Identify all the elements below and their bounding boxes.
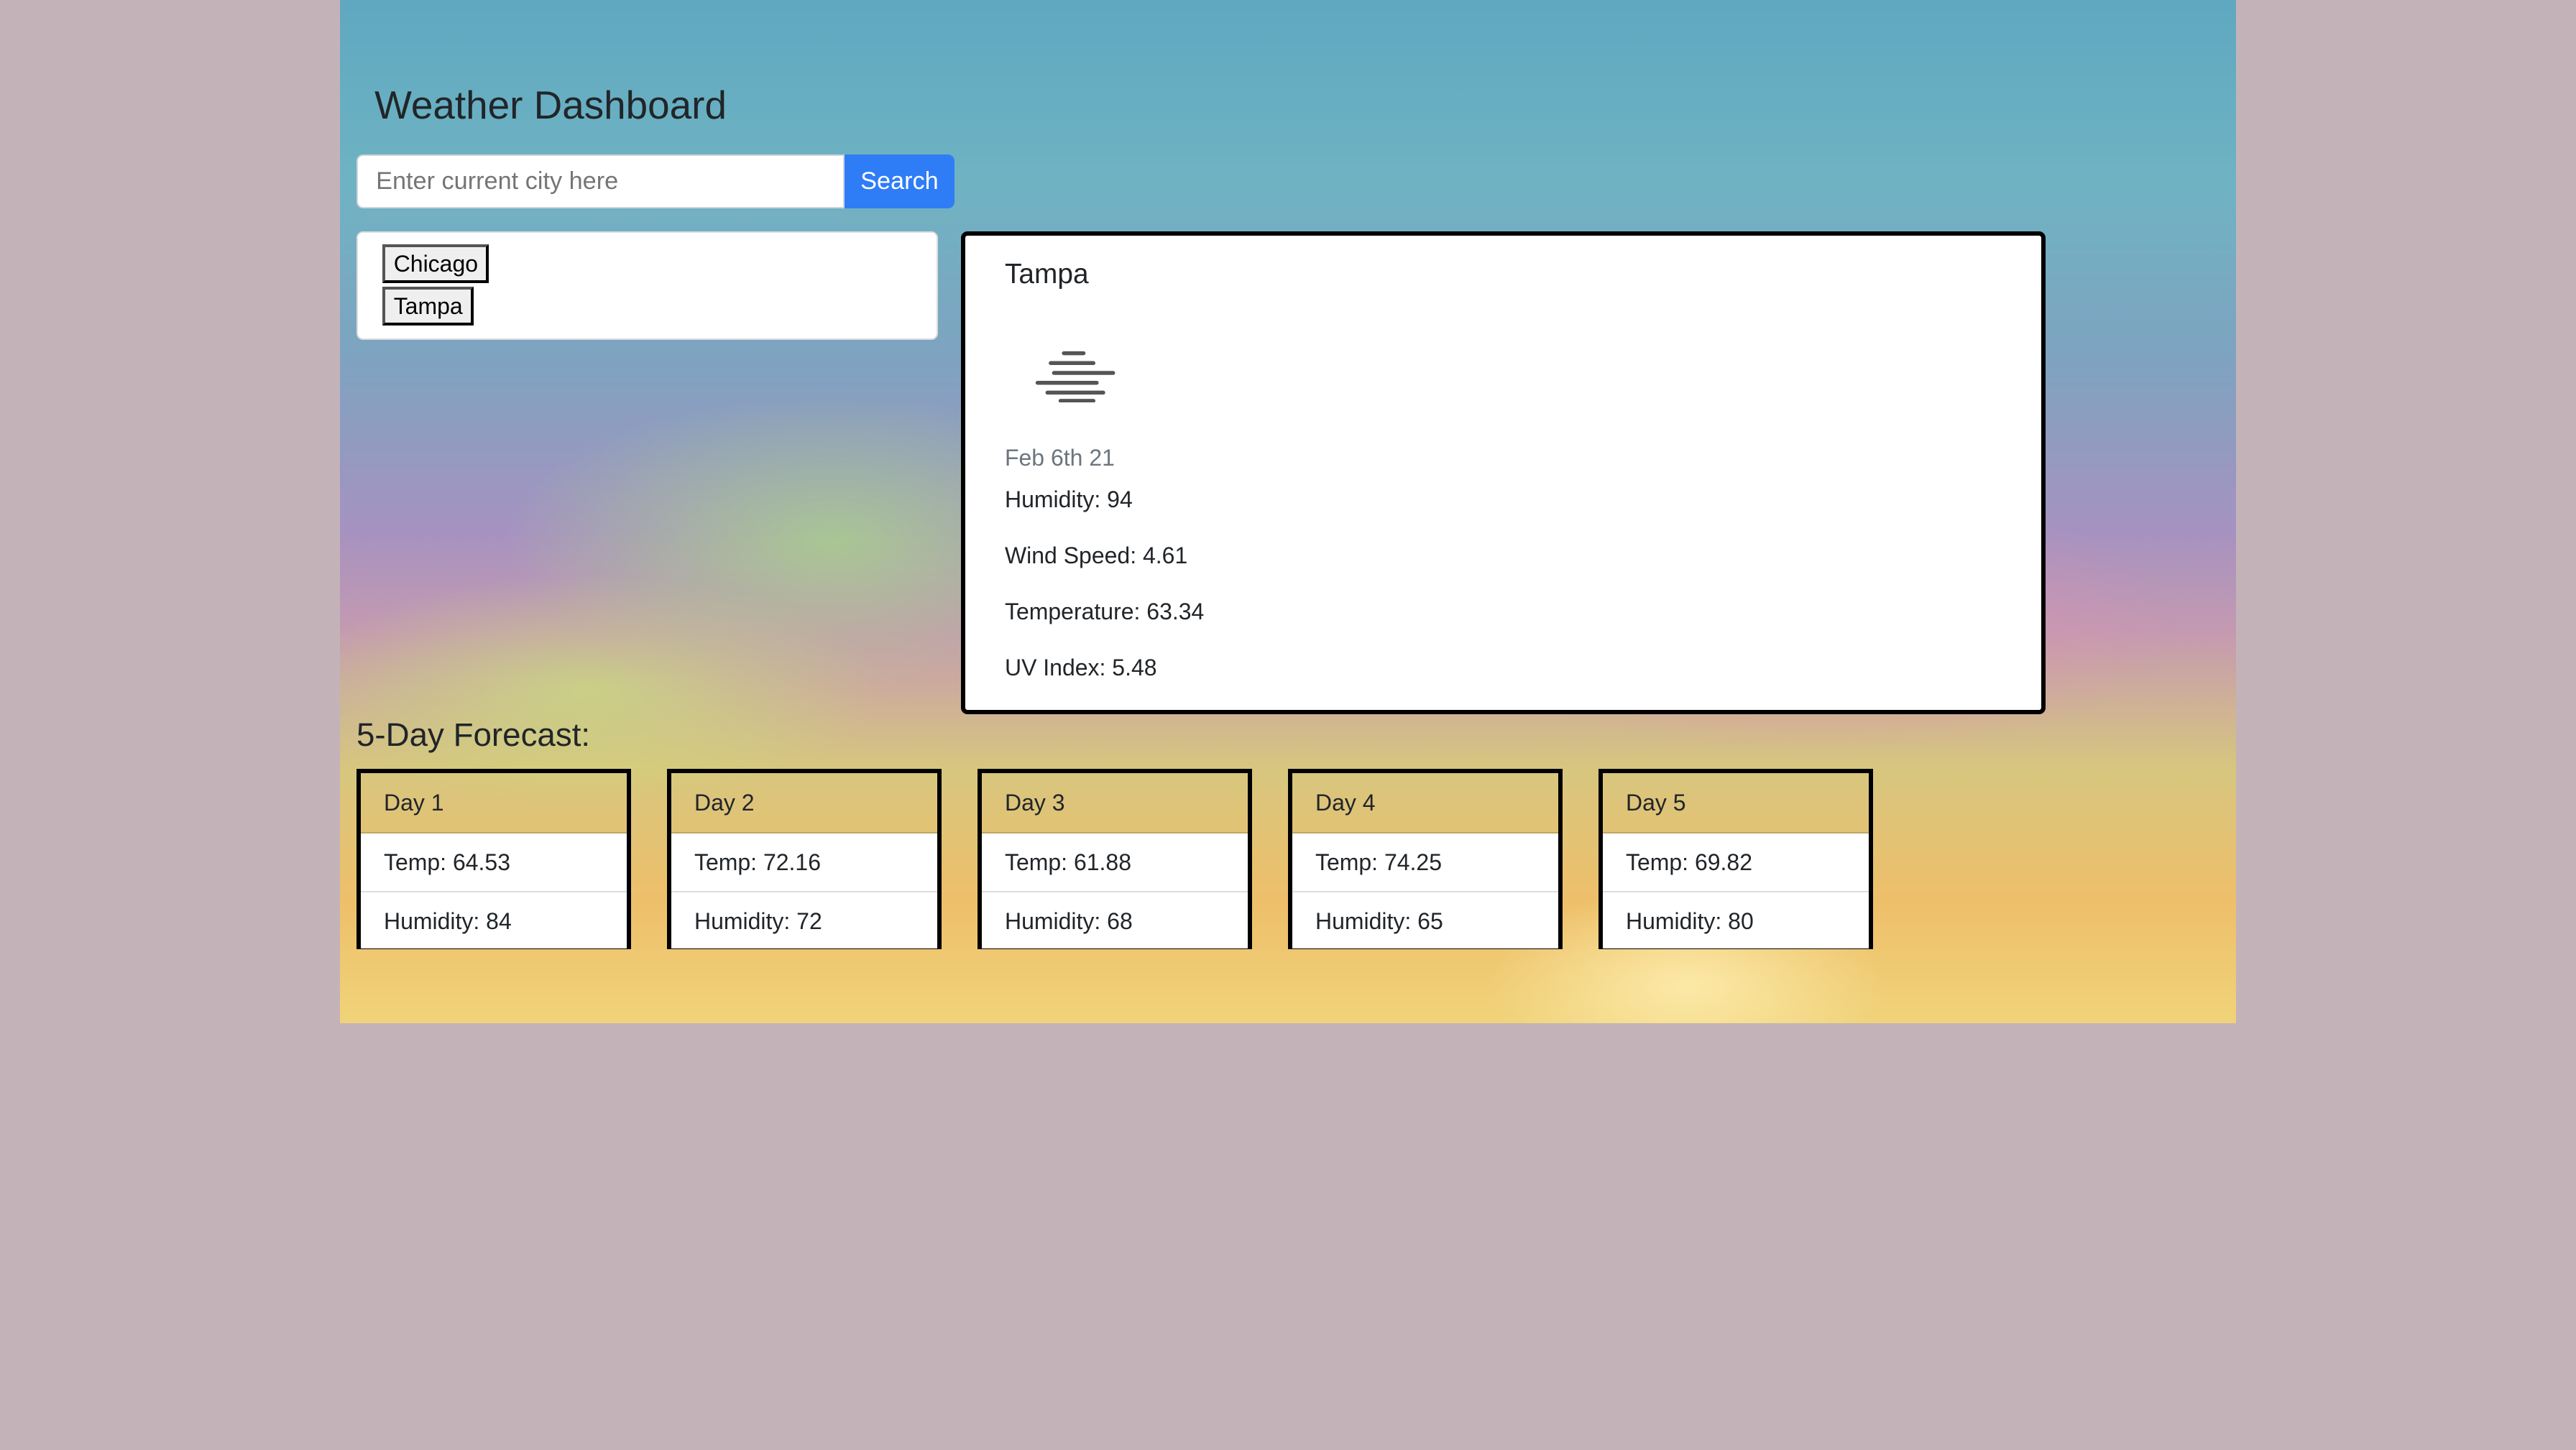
current-weather-card: Tampa Feb 6th 21 Humidity: 94 Wind Speed… [961,231,2046,715]
forecast-card: Day 2 Temp: 72.16 Humidity: 72 [666,768,942,950]
search-button[interactable]: Search [844,154,954,209]
forecast-humidity: Humidity: 68 [981,890,1248,948]
search-history: Chicago Tampa [356,231,939,341]
current-temperature: Temperature: 63.34 [1004,598,1205,624]
forecast-humidity: Humidity: 84 [360,890,627,948]
forecast-temp: Temp: 74.25 [1292,833,1558,891]
forecast-temp: Temp: 61.88 [981,833,1248,891]
forecast-day-label: Day 3 [981,773,1248,833]
forecast-humidity: Humidity: 80 [1602,890,1869,948]
current-city: Tampa [1004,259,1089,290]
forecast-card: Day 3 Temp: 61.88 Humidity: 68 [977,768,1252,950]
forecast-temp: Temp: 64.53 [360,833,627,891]
history-city-button[interactable]: Chicago [382,244,489,284]
forecast-temp: Temp: 69.82 [1602,833,1869,891]
current-date: Feb 6th 21 [1004,444,1115,471]
forecast-day-label: Day 4 [1292,773,1558,833]
current-uv-index: UV Index: 5.48 [1004,654,1157,680]
search-form: Search [356,154,954,209]
forecast-humidity: Humidity: 65 [1292,890,1558,948]
forecast-card: Day 4 Temp: 74.25 Humidity: 65 [1287,768,1563,950]
current-humidity: Humidity: 94 [1004,486,1133,512]
city-search-input[interactable] [356,154,845,209]
forecast-title: 5-Day Forecast: [356,716,591,753]
forecast-day-label: Day 5 [1602,773,1869,833]
forecast-day-label: Day 1 [360,773,627,833]
forecast-temp: Temp: 72.16 [671,833,937,891]
mist-icon [1035,351,1116,403]
forecast-card: Day 5 Temp: 69.82 Humidity: 80 [1598,768,1873,950]
forecast-humidity: Humidity: 72 [671,890,937,948]
current-wind-speed: Wind Speed: 4.61 [1004,542,1188,568]
forecast-card: Day 1 Temp: 64.53 Humidity: 84 [356,768,631,950]
history-city-button[interactable]: Tampa [382,286,474,326]
page-title: Weather Dashboard [374,83,727,128]
forecast-day-label: Day 2 [671,773,937,833]
